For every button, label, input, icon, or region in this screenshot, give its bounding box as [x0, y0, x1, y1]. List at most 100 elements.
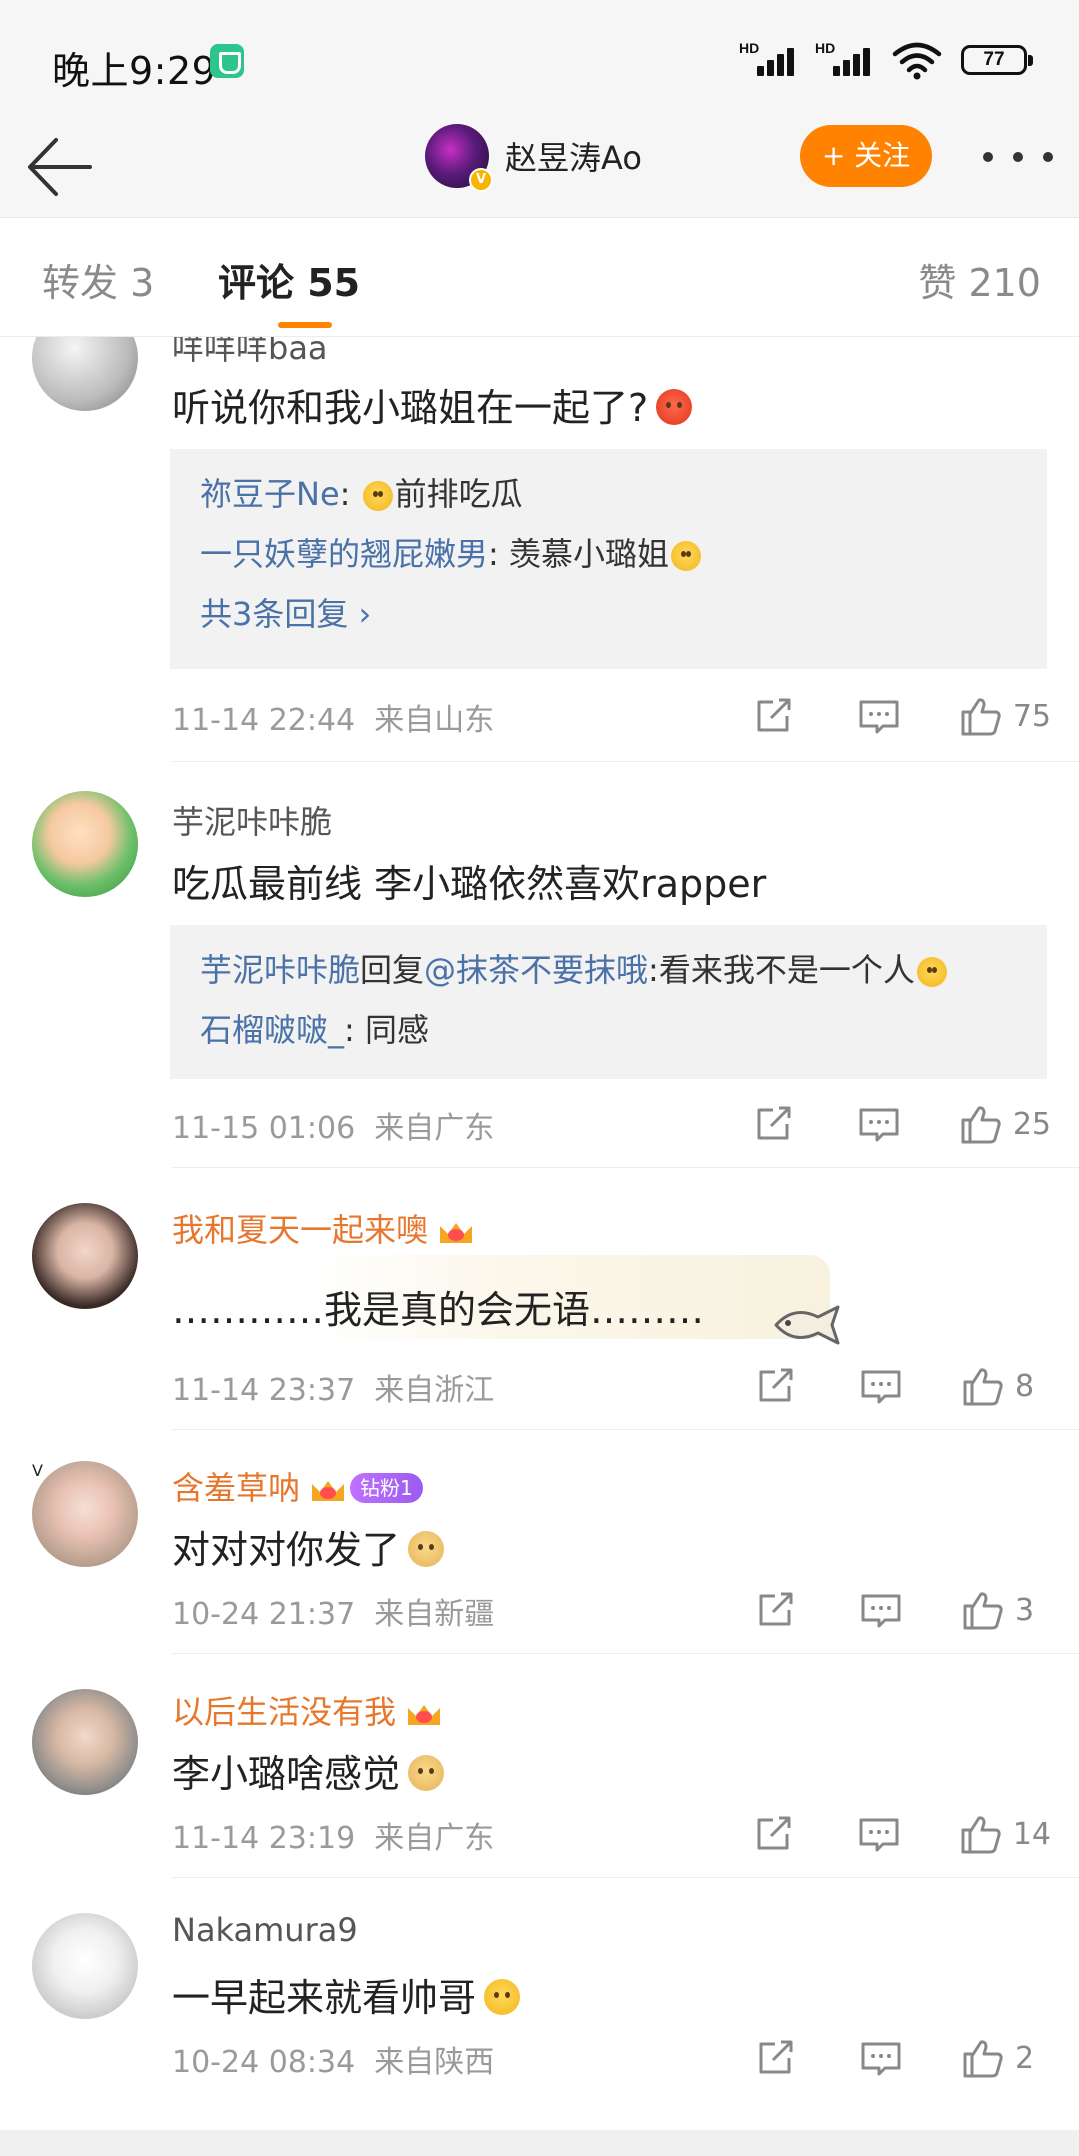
tab-comments[interactable]: 评论 55: [218, 252, 360, 307]
like-thumb-icon[interactable]: [961, 2036, 1005, 2080]
like-count: 75: [1012, 698, 1051, 734]
comment-divider: [172, 761, 1079, 762]
follow-button[interactable]: + 关注: [800, 125, 932, 187]
comment-divider: [172, 1429, 1079, 1430]
vip-crown-icon: [310, 1471, 346, 1503]
like-thumb-icon[interactable]: [959, 694, 1003, 738]
reply-comment-icon[interactable]: [859, 1588, 903, 1632]
comment-meta: 10-24 21:37 来自新疆: [172, 1597, 495, 1632]
crying-face-emoji-icon: [362, 481, 393, 511]
sob-emoji-icon: [670, 541, 701, 571]
status-bar: 晚上9:29 HD HD 77: [0, 0, 1079, 125]
comment-divider: [172, 1877, 1079, 1878]
comment-username[interactable]: 芋泥咔咔脆: [172, 797, 332, 843]
battery-icon: 77: [961, 45, 1033, 75]
like-thumb-icon[interactable]: [961, 1588, 1005, 1632]
tab-likes[interactable]: 赞 210: [918, 252, 1041, 307]
comment-text: 李小璐啥感觉: [172, 1743, 445, 1798]
reply-comment-icon[interactable]: [857, 1102, 901, 1146]
comment-actions: 25: [751, 1099, 1051, 1149]
comment-text: 对对对你发了: [172, 1519, 445, 1574]
comment-meta: 10-24 08:34 来自陕西: [172, 2045, 495, 2080]
security-shield-icon: [210, 44, 244, 78]
comment-actions: 2: [753, 2033, 1051, 2083]
reply-comment-icon[interactable]: [859, 2036, 903, 2080]
reply-line[interactable]: 祢豆子Ne: 前排吃瓜: [200, 469, 523, 515]
share-icon[interactable]: [751, 1812, 795, 1856]
share-icon[interactable]: [753, 1364, 797, 1408]
comment-text: 一早起来就看帅哥: [172, 1967, 521, 2022]
verified-badge-icon: V: [32, 1461, 43, 1480]
more-replies-link[interactable]: 共3条回复 ›: [200, 589, 371, 635]
comment-username[interactable]: 咩咩咩baa: [172, 337, 328, 369]
user-avatar[interactable]: [32, 1913, 138, 2019]
comment-divider: [172, 1653, 1079, 1654]
like-count: 2: [1015, 2040, 1035, 2076]
comment-actions: 14: [751, 1809, 1051, 1859]
comment-list[interactable]: 咩咩咩baa 听说你和我小璐姐在一起了? 祢豆子Ne: 前排吃瓜 一只妖孽的翘屁…: [0, 337, 1079, 2130]
back-arrow-icon[interactable]: [22, 131, 102, 201]
user-avatar-wrapper: V: [32, 1461, 138, 1567]
comment-text: 听说你和我小璐姐在一起了?: [172, 377, 693, 432]
comment-username[interactable]: 含羞草呐 钻粉1: [172, 1463, 423, 1509]
user-avatar[interactable]: [32, 1689, 138, 1795]
reply-comment-icon[interactable]: [859, 1364, 903, 1408]
comment-username[interactable]: 我和夏天一起来噢: [172, 1205, 474, 1251]
comment-text: …………我是真的会无语………: [172, 1288, 705, 1332]
cellular-signal-icon-2: HD: [815, 40, 873, 80]
share-icon[interactable]: [751, 1102, 795, 1146]
comment-text: 吃瓜最前线 李小璐依然喜欢rapper: [172, 862, 767, 906]
reply-line[interactable]: 芋泥咔咔脆回复@抹茶不要抹哦:看来我不是一个人: [200, 945, 949, 991]
cellular-signal-icon: HD: [739, 40, 797, 80]
status-indicators: HD HD 77: [739, 40, 1033, 80]
doge-emoji-icon: [408, 1755, 445, 1791]
shy-emoji-icon: [484, 1979, 521, 2015]
comment-actions: 8: [753, 1361, 1051, 1411]
like-count: 8: [1015, 1368, 1035, 1404]
user-avatar[interactable]: [32, 1203, 138, 1309]
interaction-tabs: 转发 3 评论 55 赞 210: [0, 217, 1079, 337]
comment-actions: 3: [753, 1585, 1051, 1635]
user-avatar[interactable]: [32, 791, 138, 897]
share-icon[interactable]: [751, 694, 795, 738]
like-count: 3: [1015, 1592, 1035, 1628]
like-count: 14: [1012, 1816, 1051, 1852]
like-thumb-icon[interactable]: [959, 1102, 1003, 1146]
comment-meta: 11-15 01:06 来自广东: [172, 1111, 495, 1146]
bottom-bar-edge: [0, 2130, 1079, 2156]
user-avatar[interactable]: [32, 1461, 138, 1567]
top-nav-bar: V 赵昱涛Ao + 关注: [0, 124, 1079, 217]
comment-username[interactable]: 以后生活没有我: [172, 1687, 442, 1733]
comment-meta: 11-14 23:37 来自浙江: [172, 1373, 495, 1408]
reply-preview-box[interactable]: 祢豆子Ne: 前排吃瓜 一只妖孽的翘屁嫩男: 羡慕小璐姐 共3条回复 ›: [170, 449, 1047, 669]
reply-line[interactable]: 一只妖孽的翘屁嫩男: 羡慕小璐姐: [200, 529, 703, 575]
account-name[interactable]: 赵昱涛Ao: [505, 133, 642, 179]
share-icon[interactable]: [753, 1588, 797, 1632]
account-avatar[interactable]: V: [425, 124, 493, 192]
doge-emoji-icon: [408, 1531, 445, 1567]
verified-badge-icon: V: [469, 168, 493, 192]
comment-username[interactable]: Nakamura9: [172, 1911, 358, 1949]
active-tab-indicator: [278, 322, 332, 328]
like-count: 25: [1012, 1106, 1051, 1142]
reply-preview-box[interactable]: 芋泥咔咔脆回复@抹茶不要抹哦:看来我不是一个人 石榴啵啵_: 同感: [170, 925, 1047, 1079]
status-time: 晚上9:29: [52, 49, 217, 93]
comment-meta: 11-14 23:19 来自广东: [172, 1821, 495, 1856]
account-header[interactable]: V 赵昱涛Ao: [425, 124, 642, 192]
vip-crown-icon: [406, 1695, 442, 1727]
comment-actions: 75: [751, 691, 1051, 741]
tab-repost[interactable]: 转发 3: [42, 252, 154, 307]
fish-icon: [774, 1305, 840, 1345]
more-options-icon[interactable]: [983, 145, 1053, 169]
like-thumb-icon[interactable]: [961, 1364, 1005, 1408]
reply-comment-icon[interactable]: [857, 694, 901, 738]
comment-meta: 11-14 22:44 来自山东: [172, 703, 495, 738]
vip-crown-icon: [438, 1213, 474, 1245]
like-thumb-icon[interactable]: [959, 1812, 1003, 1856]
reply-line[interactable]: 石榴啵啵_: 同感: [200, 1005, 429, 1051]
share-icon[interactable]: [753, 2036, 797, 2080]
reply-comment-icon[interactable]: [857, 1812, 901, 1856]
wifi-icon: [892, 42, 942, 80]
user-avatar[interactable]: [32, 337, 138, 411]
scream-emoji-icon: [916, 957, 947, 987]
